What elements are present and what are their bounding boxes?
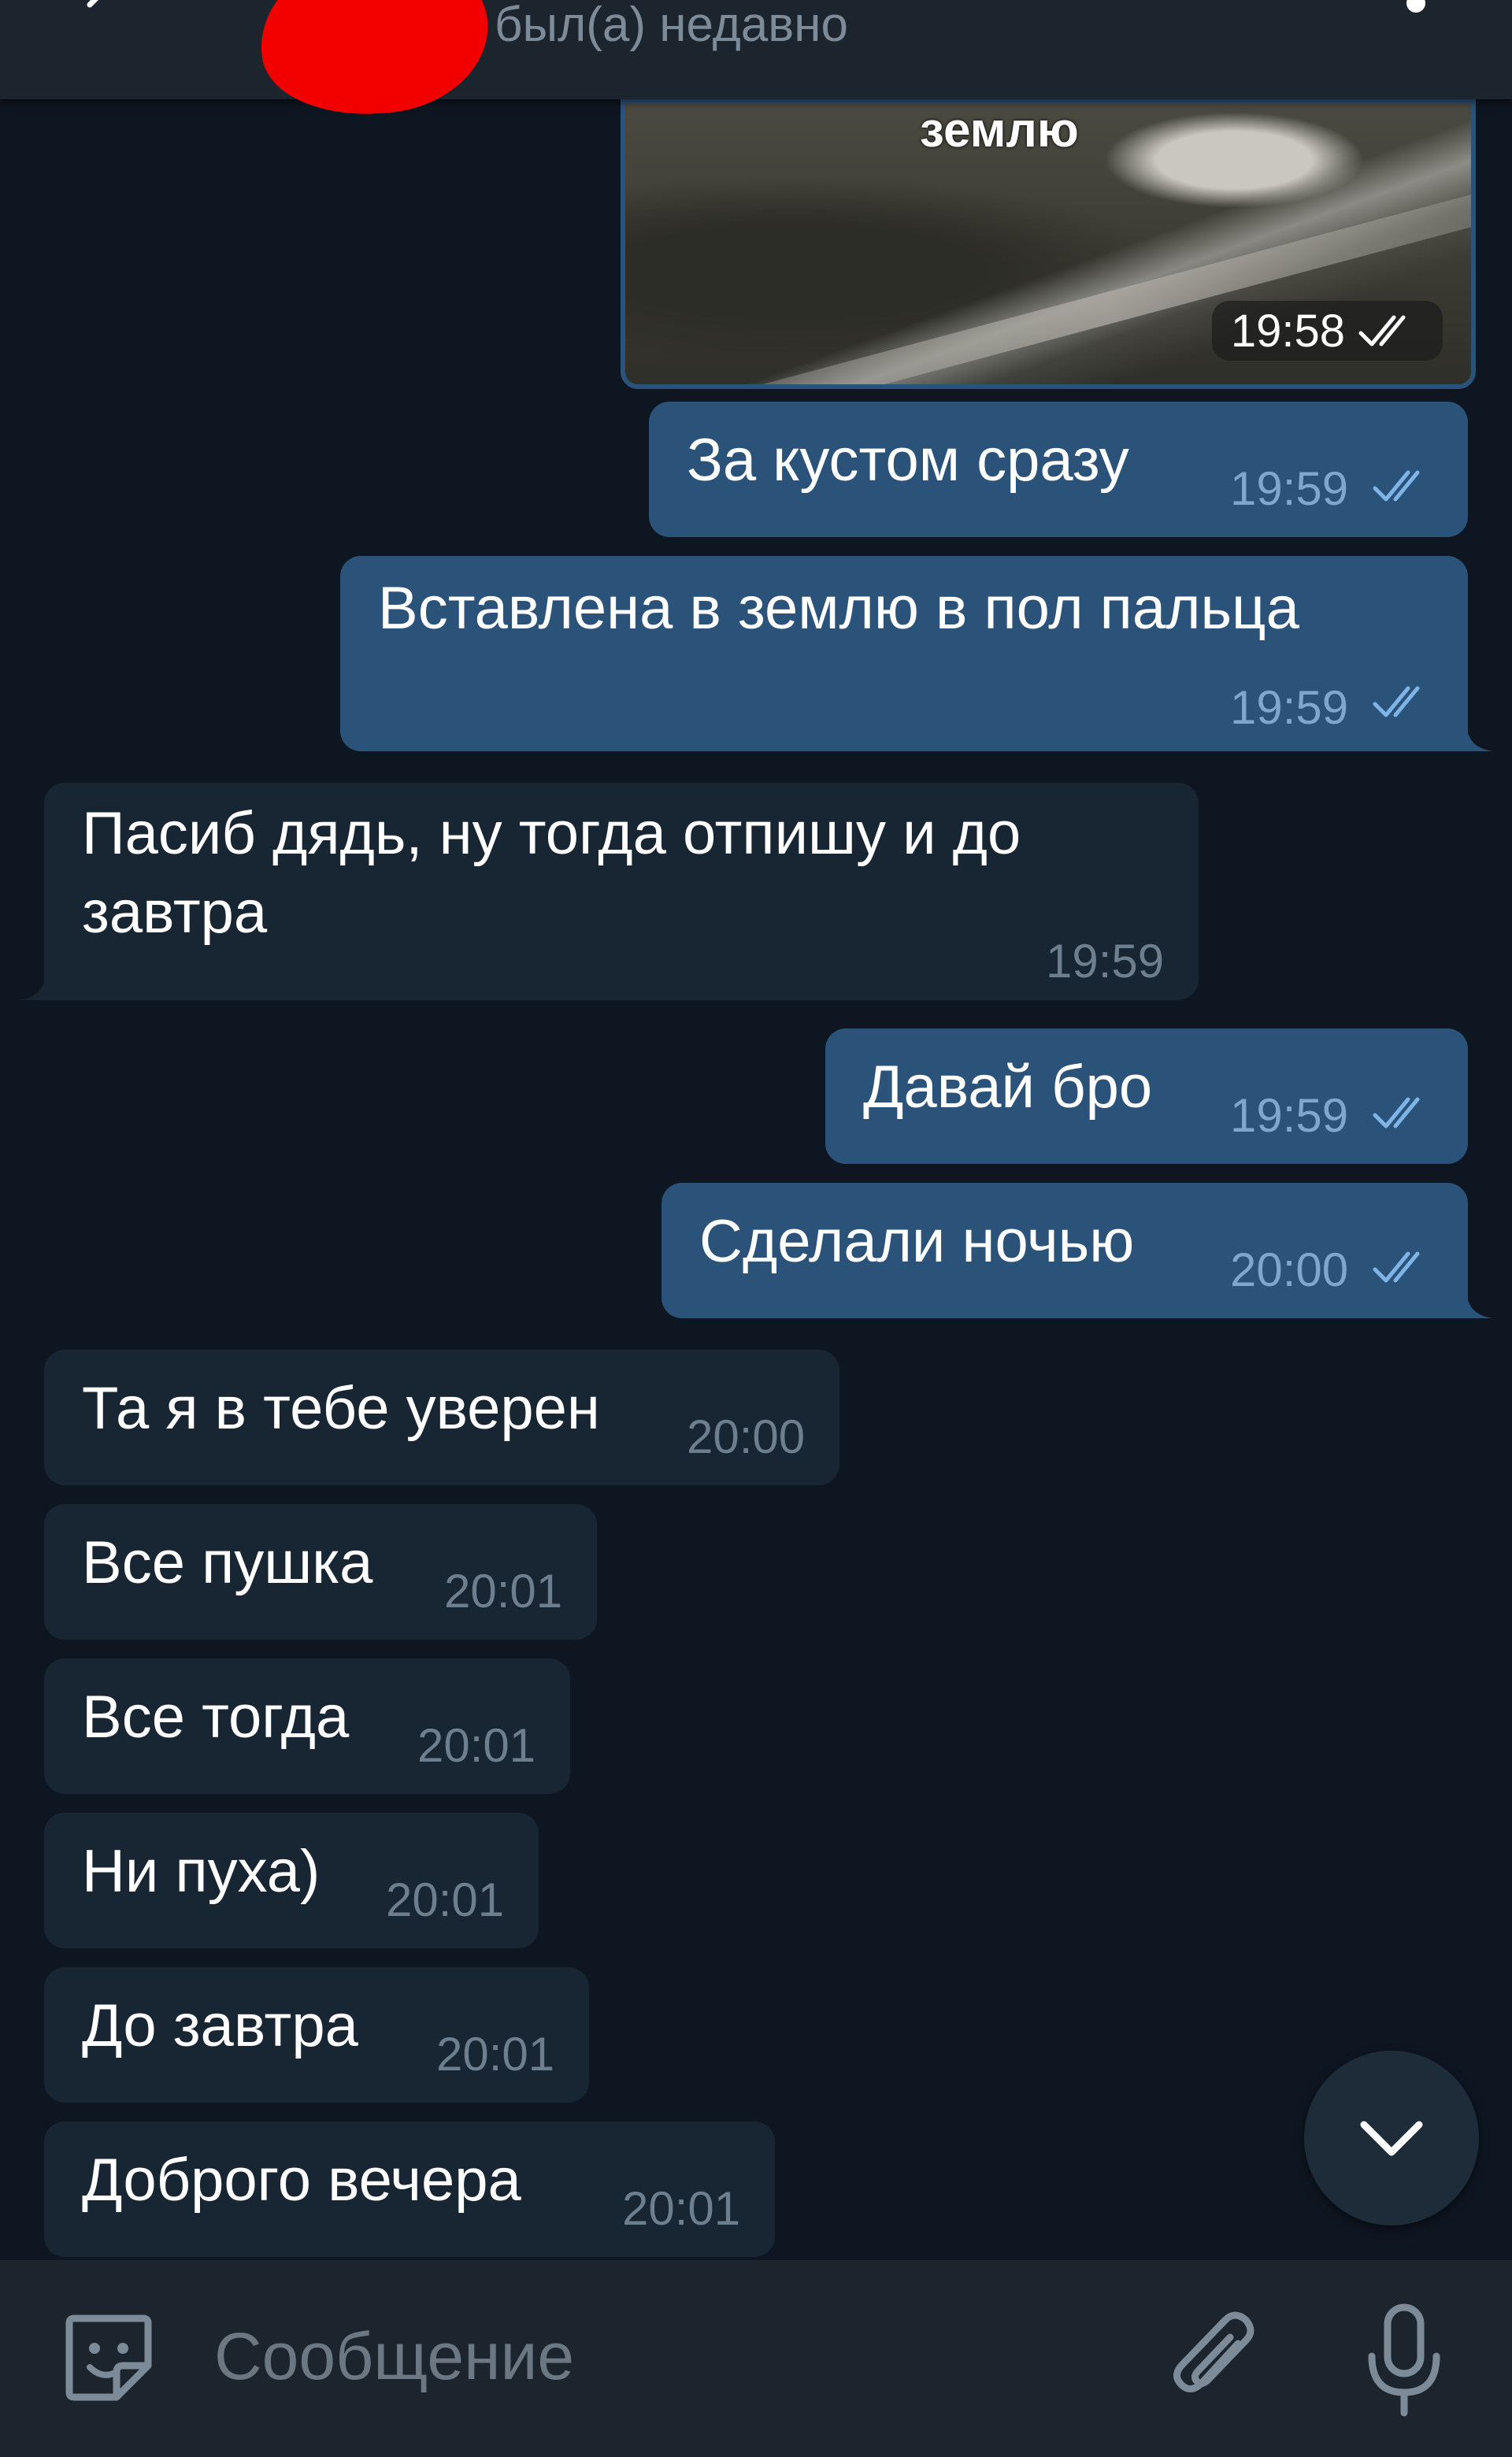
message-text: Пасиб дядь, ну тогда отпишу и до	[82, 800, 1021, 867]
incoming-message[interactable]: Та я в тебе уверен 20:00	[44, 1350, 839, 1485]
double-check-icon	[1373, 686, 1420, 717]
message-text: Все пушка	[82, 1529, 373, 1596]
bubble-tail	[19, 973, 46, 1000]
message-time: 20:00	[687, 1410, 806, 1463]
incoming-message[interactable]: Все пушка 20:01	[44, 1504, 597, 1640]
message-text: Ни пуха)	[82, 1838, 321, 1905]
chevron-down-icon	[1360, 2121, 1423, 2156]
sticker-icon[interactable]	[58, 2307, 159, 2408]
outgoing-message[interactable]: За кустом сразу 19:59	[649, 402, 1468, 537]
double-check-icon	[1358, 315, 1406, 346]
message-time: 20:01	[622, 2182, 741, 2235]
bubble-tail	[1466, 724, 1493, 751]
message-time: 19:59	[1230, 681, 1349, 734]
message-time: 20:01	[436, 2028, 555, 2081]
incoming-message[interactable]: Все тогда 20:01	[44, 1658, 570, 1794]
message-time: 20:01	[386, 1873, 505, 1926]
incoming-message[interactable]: Ни пуха) 20:01	[44, 1813, 539, 1948]
message-text: Сделали ночью	[699, 1208, 1135, 1275]
double-check-icon	[1373, 470, 1420, 502]
double-check-icon	[1373, 1097, 1420, 1128]
message-text: завтра	[82, 879, 268, 946]
message-text: Вставлена в землю в пол пальца	[378, 575, 1299, 642]
message-input[interactable]	[213, 2306, 1082, 2407]
microphone-icon[interactable]	[1361, 2301, 1447, 2419]
bubble-tail	[1466, 1292, 1493, 1318]
message-time: 19:59	[1230, 462, 1349, 515]
message-time: 20:00	[1230, 1243, 1349, 1296]
message-text: До завтра	[82, 1992, 358, 2059]
message-text: За кустом сразу	[687, 427, 1129, 494]
message-time: 19:59	[1230, 1089, 1349, 1142]
contact-status: был(а) недавно	[495, 0, 848, 52]
message-time: 19:59	[1046, 935, 1165, 988]
message-list[interactable]: землю 19:58 За кустом сразу 19:59 Вставл…	[0, 99, 1512, 2260]
incoming-message[interactable]: Доброго вечера 20:01	[44, 2122, 775, 2257]
photo-timestamp: 19:58	[1211, 301, 1443, 361]
message-text: Та я в тебе уверен	[82, 1375, 600, 1442]
outgoing-message[interactable]: Давай бро 19:59	[825, 1028, 1468, 1164]
outgoing-message[interactable]: Вставлена в землю в пол пальца 19:59	[340, 556, 1468, 751]
paperclip-icon[interactable]	[1162, 2304, 1265, 2414]
double-check-icon	[1373, 1251, 1420, 1283]
outgoing-message[interactable]: Сделали ночью 20:00	[662, 1183, 1468, 1318]
message-time: 20:01	[444, 1565, 563, 1618]
chat-header: был(а) недавно	[0, 0, 1512, 130]
more-vertical-icon[interactable]	[1406, 0, 1425, 13]
photo-message[interactable]: землю 19:58	[621, 99, 1476, 389]
message-text: Доброго вечера	[82, 2147, 521, 2214]
scroll-down-button[interactable]	[1304, 2051, 1479, 2225]
message-time: 19:58	[1230, 305, 1345, 357]
message-time: 20:01	[417, 1719, 536, 1772]
arrow-left-icon[interactable]	[79, 0, 126, 28]
photo-caption: землю	[920, 103, 1079, 158]
incoming-message[interactable]: Пасиб дядь, ну тогда отпишу и до завтра …	[44, 783, 1199, 1000]
message-text: Давай бро	[863, 1054, 1153, 1121]
message-text: Все тогда	[82, 1684, 350, 1751]
incoming-message[interactable]: До завтра 20:01	[44, 1967, 589, 2103]
composer	[0, 2260, 1512, 2457]
